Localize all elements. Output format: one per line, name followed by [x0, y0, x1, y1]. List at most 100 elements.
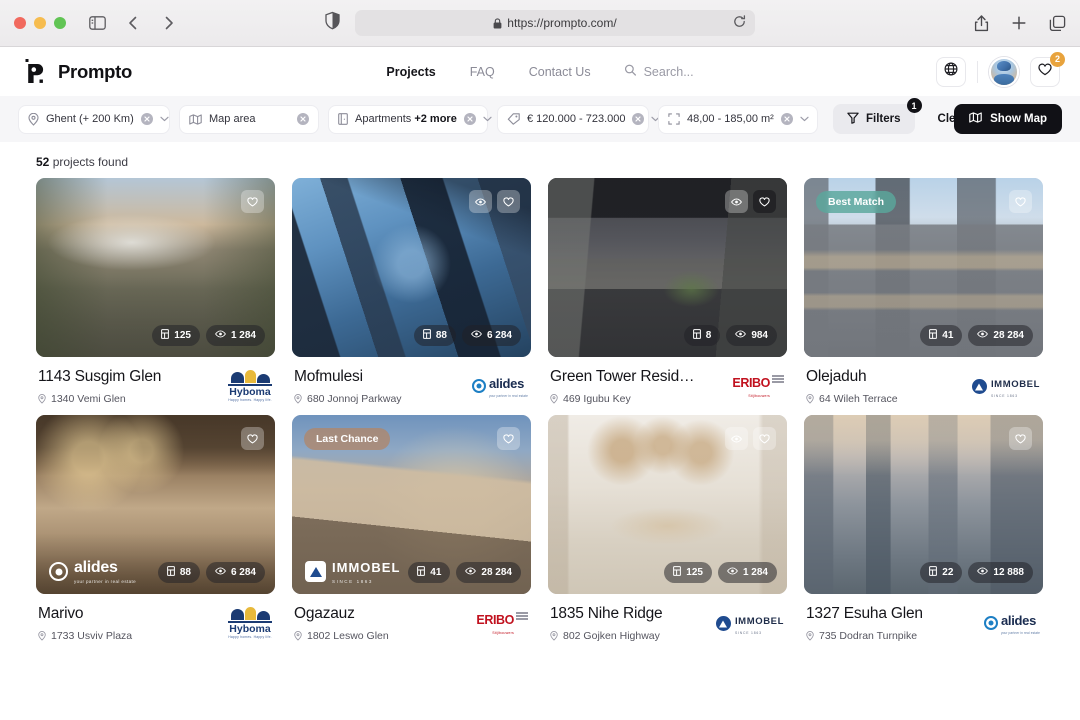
filter-chip-map-area-label: Map area — [209, 113, 256, 125]
project-title[interactable]: 1835 Nihe Ridge — [550, 605, 662, 623]
prompto-logo-icon — [22, 58, 49, 85]
favorites-button[interactable]: 2 — [1030, 51, 1065, 87]
project-image[interactable]: 125 1 284 — [548, 415, 787, 594]
url-text: https://prompto.com/ — [507, 16, 617, 30]
floorplan-icon — [929, 566, 938, 579]
project-card[interactable]: alides your partner in real estate 88 6 2… — [36, 415, 275, 642]
project-title[interactable]: Mofmulesi — [294, 368, 402, 386]
image-watermark-immobel: IMMOBEL SINCE 1863 — [305, 559, 400, 584]
nav-item-contact-us[interactable]: Contact Us — [529, 65, 591, 79]
plus-icon[interactable] — [1010, 14, 1028, 32]
project-title[interactable]: 1143 Susgim Glen — [38, 368, 161, 386]
filters-button[interactable]: Filters 1 — [833, 98, 922, 134]
chevron-down-icon[interactable] — [800, 116, 809, 122]
views-stat: 12 888 — [968, 562, 1033, 583]
filter-chip-map-area[interactable]: Map area — [179, 104, 319, 134]
minimize-window-button[interactable] — [34, 17, 46, 29]
project-title[interactable]: Ogazauz — [294, 605, 389, 623]
search-input[interactable]: Search... — [625, 64, 694, 79]
views-stat: 28 284 — [968, 325, 1033, 346]
project-address: 680 Jonnoj Parkway — [294, 393, 402, 405]
favorite-button[interactable] — [241, 190, 264, 213]
clear-price-filter-icon[interactable] — [632, 113, 645, 125]
project-image[interactable]: 125 1 284 — [36, 178, 275, 357]
project-title[interactable]: Green Tower Resid… — [550, 368, 694, 386]
project-title[interactable]: Olejaduh — [806, 368, 898, 386]
project-card[interactable]: 125 1 284 1835 Nihe Ridge 802 Gojken Hig… — [548, 415, 787, 642]
main-nav: Projects FAQ Contact Us Search... — [386, 64, 693, 79]
preview-button[interactable] — [469, 190, 492, 213]
project-image[interactable]: Best Match 41 28 284 — [804, 178, 1043, 357]
results-count: 52 projects found — [0, 142, 1080, 178]
map-pin-icon — [294, 394, 302, 404]
project-address: 802 Gojken Highway — [550, 630, 662, 642]
chevron-down-icon[interactable] — [483, 116, 492, 122]
map-pin-icon — [294, 631, 302, 641]
map-pin-icon — [38, 631, 46, 641]
filter-chip-price-range[interactable]: € 120.000 - 723.000 — [497, 104, 661, 134]
project-card[interactable]: 8 984 Green Tower Resid… 469 Igubu Key E… — [548, 178, 787, 405]
brand-logo[interactable]: Prompto — [22, 58, 132, 85]
favorite-button[interactable] — [1009, 427, 1032, 450]
forward-arrow-icon[interactable] — [160, 14, 178, 32]
project-image[interactable]: 22 12 888 — [804, 415, 1043, 594]
project-card[interactable]: 125 1 284 1143 Susgim Glen 1340 Vemi Gle… — [36, 178, 275, 405]
preview-button[interactable] — [725, 190, 748, 213]
privacy-shield-icon[interactable] — [325, 11, 340, 35]
project-image[interactable]: alides your partner in real estate 88 6 2… — [36, 415, 275, 594]
clear-location-filter-icon[interactable] — [140, 113, 153, 125]
favorites-count-badge: 2 — [1050, 51, 1065, 67]
image-watermark-alides: alides your partner in real estate — [49, 559, 136, 584]
nav-item-faq[interactable]: FAQ — [470, 65, 495, 79]
preview-button[interactable] — [725, 427, 748, 450]
sidebar-toggle-icon[interactable] — [88, 14, 106, 32]
units-stat: 125 — [664, 562, 712, 583]
nav-item-projects[interactable]: Projects — [386, 65, 435, 79]
favorite-button[interactable] — [241, 427, 264, 450]
tab-overview-icon[interactable] — [1048, 14, 1066, 32]
project-card[interactable]: Best Match 41 28 284 Olejaduh 64 Wileh T… — [804, 178, 1043, 405]
project-card[interactable]: 88 6 284 Mofmulesi 680 Jonnoj Parkway al… — [292, 178, 531, 405]
maximize-window-button[interactable] — [54, 17, 66, 29]
project-title[interactable]: Marivo — [38, 605, 132, 623]
project-card[interactable]: 22 12 888 1327 Esuha Glen 735 Dodran Tur… — [804, 415, 1043, 642]
avatar[interactable] — [989, 56, 1019, 87]
project-address: 1802 Leswo Glen — [294, 630, 389, 642]
chevron-down-icon[interactable] — [160, 116, 169, 122]
clear-property-type-filter-icon[interactable] — [463, 113, 476, 125]
developer-logo: ERIBO Stijlbouwers — [466, 605, 528, 641]
search-placeholder: Search... — [643, 64, 694, 79]
developer-logo: ERIBO Stijlbouwers — [722, 368, 784, 404]
favorite-button[interactable] — [753, 190, 776, 213]
floorplan-icon — [166, 566, 175, 579]
clear-map-area-filter-icon[interactable] — [297, 113, 309, 125]
project-image[interactable]: 8 984 — [548, 178, 787, 357]
clear-surface-filter-icon[interactable] — [780, 113, 793, 125]
units-stat: 125 — [152, 325, 200, 346]
reload-icon[interactable] — [733, 15, 746, 31]
favorite-button[interactable] — [1009, 190, 1032, 213]
filter-chip-surface-range[interactable]: 48,00 - 185,00 m² — [658, 104, 818, 134]
filter-chip-location[interactable]: Ghent (+ 200 Km) — [18, 104, 170, 134]
url-bar[interactable]: https://prompto.com/ — [355, 10, 755, 36]
back-arrow-icon[interactable] — [124, 14, 142, 32]
show-map-button[interactable]: Show Map — [954, 104, 1062, 134]
units-stat: 88 — [157, 562, 200, 583]
units-stat: 41 — [920, 325, 963, 346]
project-image[interactable]: Last Chance IMMOBEL SINCE 1863 41 28 284 — [292, 415, 531, 594]
filter-chip-property-type[interactable]: Apartments +2 more — [328, 104, 492, 134]
favorite-button[interactable] — [753, 427, 776, 450]
floorplan-icon — [673, 566, 682, 579]
favorite-button[interactable] — [497, 190, 520, 213]
close-window-button[interactable] — [14, 17, 26, 29]
project-card[interactable]: Last Chance IMMOBELSINCE 1863 41 28 284 — [292, 415, 531, 642]
favorite-button[interactable] — [497, 427, 520, 450]
window-traffic-lights[interactable] — [14, 17, 66, 29]
views-stat: 6 284 — [461, 325, 521, 346]
share-icon[interactable] — [972, 14, 990, 32]
heart-icon — [1038, 63, 1052, 81]
results-count-number: 52 — [36, 155, 50, 169]
project-title[interactable]: 1327 Esuha Glen — [806, 605, 923, 623]
language-button[interactable] — [936, 56, 966, 87]
project-image[interactable]: 88 6 284 — [292, 178, 531, 357]
